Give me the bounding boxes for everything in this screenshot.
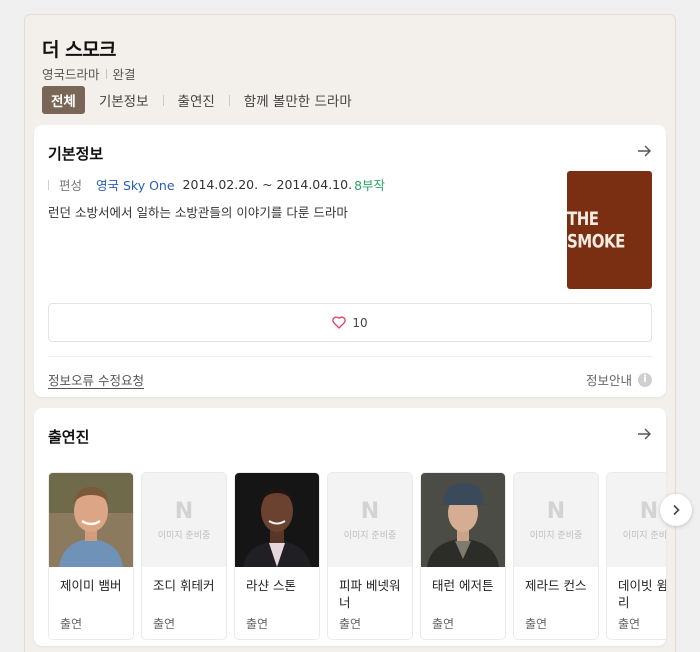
cast-photo-placeholder: N 이미지 준비중	[142, 473, 226, 567]
cast-photo	[49, 473, 133, 567]
info-guide[interactable]: 정보안내 i	[586, 370, 652, 389]
cast-photo-placeholder: N 이미지 준비중	[514, 473, 598, 567]
cast-item[interactable]: N 이미지 준비중 데이빗 윔슬리 출연	[606, 472, 666, 640]
poster-image[interactable]: THE SMOKE	[567, 171, 652, 289]
tab-basic-info[interactable]: 기본정보	[97, 90, 151, 110]
placeholder-text: 이미지 준비중	[343, 531, 397, 541]
cast-name: 태런 에저튼	[432, 578, 494, 593]
synopsis: 런던 소방서에서 일하는 소방관들의 이야기를 다룬 드라마	[48, 205, 348, 220]
cast-item[interactable]: N 이미지 준비중 조디 휘테커 출연	[141, 472, 227, 640]
naver-logo-icon: N	[360, 499, 380, 524]
genre-text: 영국드라마	[42, 67, 100, 82]
cast-name: 데이빗 윔슬리	[618, 578, 666, 610]
cast-name: 조디 휘테커	[153, 578, 215, 593]
page-title: 더 스모크	[42, 39, 117, 61]
cast-name: 제라드 컨스	[525, 578, 587, 593]
info-icon: i	[638, 372, 652, 387]
cast-item[interactable]: 제이미 뱀버 출연	[48, 472, 134, 640]
channel-link[interactable]: 영국 Sky One	[96, 175, 175, 194]
cast-photo	[421, 473, 505, 567]
cast-item[interactable]: 태런 에저튼 출연	[420, 472, 506, 640]
cast-photo-placeholder: N 이미지 준비중	[607, 473, 666, 567]
divider	[48, 356, 652, 357]
tab-recommended[interactable]: 함께 볼만한 드라마	[242, 90, 354, 110]
cast-name: 제이미 뱀버	[60, 578, 122, 593]
tab-bar: 전체 기본정보 출연진 함께 볼만한 드라마	[42, 86, 354, 114]
broadcast-label: 편성	[59, 178, 83, 193]
cast-role: 출연	[339, 617, 362, 631]
subtitle: 영국드라마 완결	[42, 64, 136, 83]
cast-role: 출연	[153, 617, 176, 631]
arrow-right-icon[interactable]	[636, 143, 652, 159]
tab-cast[interactable]: 출연진	[176, 90, 217, 110]
basic-info-title: 기본정보	[48, 145, 104, 163]
basic-info-card: 기본정보 편성 영국 Sky One 2014.02.20. ~ 2014.04…	[34, 125, 666, 397]
person-photo	[421, 473, 505, 567]
placeholder-text: 이미지 준비중	[529, 531, 583, 541]
cast-photo	[235, 473, 319, 567]
broadcast-dates: 2014.02.20. ~ 2014.04.10.	[182, 177, 353, 192]
person-photo	[235, 473, 319, 567]
separator	[105, 68, 107, 79]
drama-info-panel: 더 스모크 영국드라마 완결 전체 기본정보 출연진 함께 볼만한 드라마 기본…	[24, 14, 676, 652]
cast-name: 라샨 스톤	[246, 578, 296, 593]
separator	[228, 94, 230, 106]
person-photo	[49, 473, 133, 567]
heart-icon	[332, 316, 347, 329]
report-error-link[interactable]: 정보오류 수정요청	[48, 370, 144, 389]
cast-role: 출연	[60, 617, 83, 631]
placeholder-text: 이미지 준비중	[157, 531, 211, 541]
arrow-right-icon[interactable]	[636, 426, 652, 442]
naver-logo-icon: N	[546, 499, 566, 524]
chevron-right-icon	[673, 504, 680, 516]
naver-logo-icon: N	[174, 499, 194, 524]
cast-role: 출연	[618, 617, 641, 631]
cast-name: 피파 베넷워너	[339, 578, 401, 610]
cast-role: 출연	[246, 617, 269, 631]
cast-card: 출연진 제이미 뱀버 출연 N 이미지 준비중 조디 휘테커 출연 라샨 스톤 …	[34, 408, 666, 646]
info-guide-label: 정보안내	[585, 373, 632, 388]
cast-role: 출연	[525, 617, 548, 631]
poster-logo: THE SMOKE	[567, 207, 625, 253]
like-count: 10	[352, 315, 368, 330]
separator	[48, 179, 49, 190]
tab-all[interactable]: 전체	[42, 86, 85, 114]
cast-role: 출연	[432, 617, 455, 631]
cast-item[interactable]: N 이미지 준비중 제라드 컨스 출연	[513, 472, 599, 640]
separator	[162, 94, 164, 106]
cast-item[interactable]: N 이미지 준비중 피파 베넷워너 출연	[327, 472, 413, 640]
broadcast-meta: 편성 영국 Sky One 2014.02.20. ~ 2014.04.10. …	[48, 175, 385, 194]
carousel-next-button[interactable]	[660, 494, 692, 526]
cast-item[interactable]: 라샨 스톤 출연	[234, 472, 320, 640]
like-button[interactable]: 10	[48, 303, 652, 342]
status-text: 완결	[112, 67, 136, 82]
naver-logo-icon: N	[639, 499, 659, 524]
episode-count: 8부작	[354, 178, 386, 193]
cast-title: 출연진	[48, 428, 90, 446]
cast-photo-placeholder: N 이미지 준비중	[328, 473, 412, 567]
placeholder-text: 이미지 준비중	[622, 531, 666, 541]
